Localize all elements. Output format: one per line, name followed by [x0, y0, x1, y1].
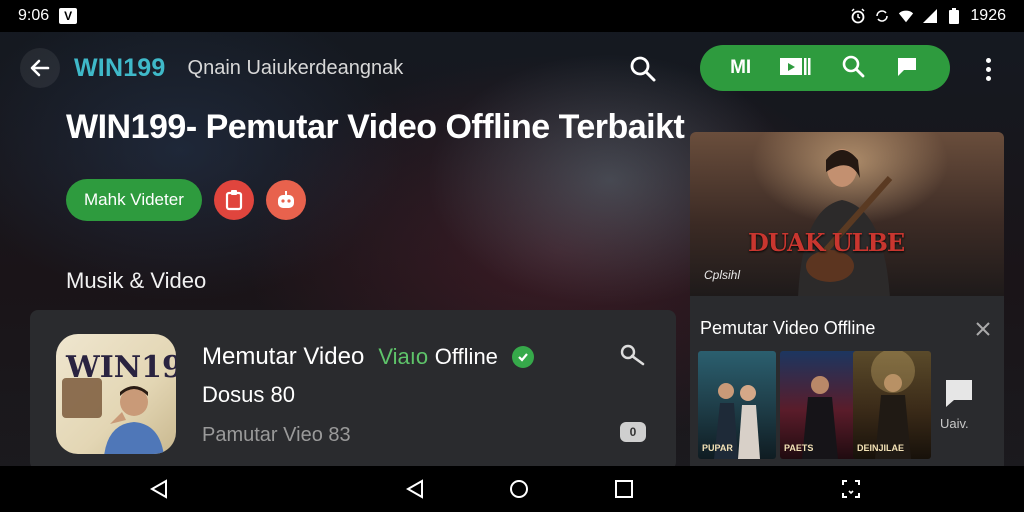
- clipboard-button[interactable]: [213, 180, 254, 220]
- section-label: Musik & Video: [66, 268, 207, 293]
- app-brand: WIN199: [74, 53, 166, 82]
- chat-icon: [946, 380, 972, 407]
- recents-nav-icon[interactable]: [613, 478, 635, 500]
- emoji-icon: [277, 191, 294, 208]
- side-extra-label: Uaiv.: [940, 416, 969, 431]
- pill-label[interactable]: MI: [730, 57, 751, 79]
- hero-image[interactable]: DUAK ULBE Cplsihl: [690, 132, 1004, 296]
- signal-icon: [922, 8, 938, 24]
- app-card[interactable]: WIN199 Memutar Video Viaıo Offline Dosus…: [30, 310, 676, 470]
- more-vert-icon[interactable]: [978, 54, 998, 84]
- card-title-row: Memutar Video Viaıo Offline: [202, 343, 534, 371]
- page-title: WIN199- Pemutar Video Offline Terbaikt: [66, 108, 685, 146]
- card-chip[interactable]: 0: [620, 422, 646, 442]
- chat-button[interactable]: [894, 54, 920, 83]
- notification-badge: V: [59, 8, 78, 24]
- thumbnail-2[interactable]: PAETS: [780, 351, 858, 459]
- status-clock: 1926: [970, 7, 1006, 24]
- back-button[interactable]: [20, 48, 60, 88]
- thumbnail-caption: PAETS: [784, 443, 814, 453]
- alarm-icon: [850, 8, 866, 24]
- hero-signature: Cplsihl: [704, 268, 741, 282]
- screenshot-icon[interactable]: [840, 478, 862, 500]
- action-pill: MI: [700, 45, 950, 91]
- search-icon: [842, 55, 865, 77]
- thumbnail-3[interactable]: DEINJILAE: [853, 351, 931, 459]
- card-search-button[interactable]: [618, 342, 648, 372]
- emoji-button[interactable]: [265, 180, 306, 220]
- app-bar: WIN199 Qnain Uaiukerdeangnak: [20, 46, 403, 90]
- rotation-icon: [874, 8, 890, 24]
- video-library-icon: [780, 57, 811, 75]
- hero-overlay-text: DUAK ULBE: [748, 228, 905, 257]
- app-icon-art: [62, 378, 102, 418]
- more-chat-button[interactable]: [940, 378, 976, 408]
- pill-search-button[interactable]: [840, 53, 866, 84]
- thumbnail-caption: DEINJILAE: [857, 443, 905, 453]
- back-nav-icon[interactable]: [404, 478, 426, 500]
- card-tag: Viaıo: [378, 344, 429, 369]
- video-library-button[interactable]: [779, 55, 811, 82]
- status-bar: 9:06 V 1926: [0, 0, 1024, 32]
- person-illustration-icon: [104, 386, 164, 454]
- wifi-icon: [898, 8, 914, 24]
- action-row: Mahk Videter: [66, 179, 306, 221]
- home-nav-icon[interactable]: [508, 478, 530, 500]
- clipboard-icon: [225, 190, 242, 211]
- chat-icon: [897, 57, 916, 76]
- card-meta: Dosus 80: [202, 382, 295, 407]
- app-screen: 9:06 V 1926 WIN199 Qnain Uaiukerdeangnak…: [0, 0, 1024, 512]
- card-title: Memutar Video: [202, 343, 365, 370]
- card-tag-offline: Offline: [434, 344, 498, 369]
- app-icon[interactable]: WIN199: [56, 334, 176, 454]
- thumbnail-1[interactable]: PUPAR: [698, 351, 776, 459]
- side-panel: Pemutar Video Offline PUPAR PAETS DEINJI…: [690, 296, 1004, 466]
- thumbnail-caption: PUPAR: [702, 443, 733, 453]
- guitarist-illustration-icon: [798, 149, 893, 296]
- search-button[interactable]: [628, 54, 658, 84]
- primary-button[interactable]: Mahk Videter: [66, 179, 202, 221]
- search-icon: [630, 56, 656, 82]
- search-icon: [620, 344, 645, 366]
- side-panel-title: Pemutar Video Offline: [700, 318, 876, 338]
- close-icon: [976, 322, 990, 336]
- verified-check-icon: [511, 346, 534, 368]
- back-arrow-icon: [30, 59, 50, 77]
- navigation-bar: [0, 466, 1024, 512]
- card-subtitle: Pamutar Vieo 83: [202, 424, 351, 446]
- close-button[interactable]: [974, 320, 992, 338]
- status-time: 9:06: [18, 7, 50, 24]
- back-nav-icon[interactable]: [148, 478, 170, 500]
- battery-icon: [946, 8, 962, 24]
- app-subtitle: Qnain Uaiukerdeangnak: [187, 56, 404, 79]
